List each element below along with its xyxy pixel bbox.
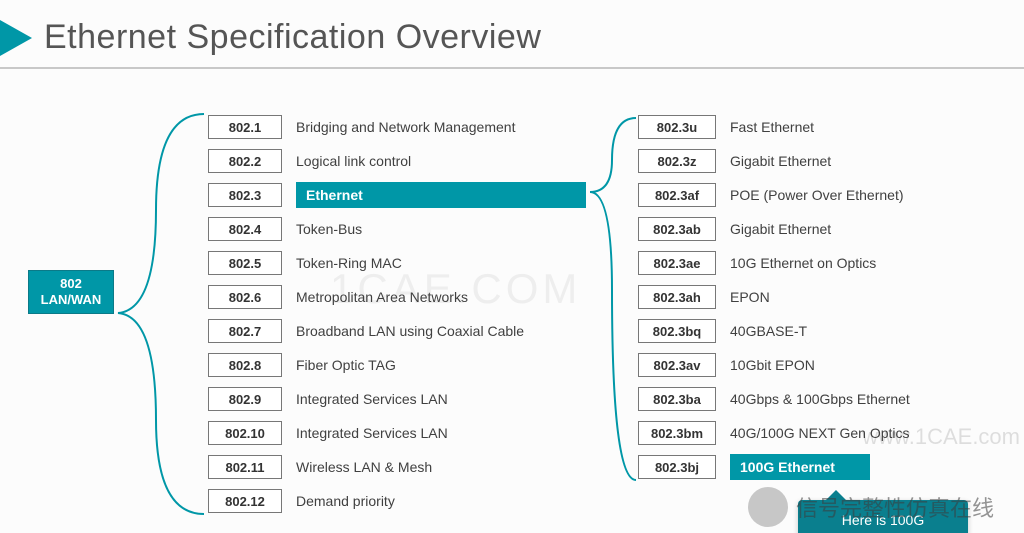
mid-row: 802.8 Fiber Optic TAG	[208, 350, 598, 380]
right-code: 802.3bm	[638, 421, 716, 445]
root-line2: LAN/WAN	[29, 292, 113, 308]
mid-row: 802.10 Integrated Services LAN	[208, 418, 598, 448]
mid-code: 802.12	[208, 489, 282, 513]
bracket-right-icon	[588, 110, 638, 490]
right-desc: EPON	[730, 289, 770, 305]
mid-code: 802.11	[208, 455, 282, 479]
diagram-area: 1CAE.COM www.1CAE.com 802 LAN/WAN 802.1B…	[0, 90, 1024, 520]
right-code: 802.3ae	[638, 251, 716, 275]
mid-desc: Ethernet	[296, 182, 586, 208]
right-desc: POE (Power Over Ethernet)	[730, 187, 904, 203]
right-row: 802.3z Gigabit Ethernet	[638, 146, 1018, 176]
mid-code: 802.1	[208, 115, 282, 139]
mid-code: 802.5	[208, 251, 282, 275]
mid-code: 802.9	[208, 387, 282, 411]
mid-desc: Token-Ring MAC	[296, 255, 402, 271]
right-desc: 40G/100G NEXT Gen Optics	[730, 425, 910, 441]
right-code: 802.3u	[638, 115, 716, 139]
mid-row: 802.3 Ethernet	[208, 180, 598, 210]
right-row: 802.3bm 40G/100G NEXT Gen Optics	[638, 418, 1018, 448]
right-column: 802.3u Fast Ethernet 802.3z Gigabit Etherne…	[638, 112, 1018, 486]
mid-row: 802.5 Token-Ring MAC	[208, 248, 598, 278]
right-row: 802.3ab Gigabit Ethernet	[638, 214, 1018, 244]
right-row: 802.3bq 40GBASE-T	[638, 316, 1018, 346]
mid-code: 802.3	[208, 183, 282, 207]
root-node: 802 LAN/WAN	[28, 270, 114, 314]
right-row: 802.3ba 40Gbps & 100Gbps Ethernet	[638, 384, 1018, 414]
mid-desc: Integrated Services LAN	[296, 391, 448, 407]
mid-row: 802.12 Demand priority	[208, 486, 598, 516]
page-title: Ethernet Specification Overview	[44, 18, 541, 57]
right-desc: 40Gbps & 100Gbps Ethernet	[730, 391, 910, 407]
mid-desc: Fiber Optic TAG	[296, 357, 396, 373]
mid-row: 802.11 Wireless LAN & Mesh	[208, 452, 598, 482]
divider	[0, 67, 1024, 69]
right-row: 802.3u Fast Ethernet	[638, 112, 1018, 142]
right-row: 802.3ae 10G Ethernet on Optics	[638, 248, 1018, 278]
mid-code: 802.6	[208, 285, 282, 309]
mid-desc: Broadband LAN using Coaxial Cable	[296, 323, 524, 339]
right-code: 802.3bq	[638, 319, 716, 343]
mid-row: 802.6 Metropolitan Area Networks	[208, 282, 598, 312]
mid-desc: Logical link control	[296, 153, 411, 169]
mid-code: 802.2	[208, 149, 282, 173]
callout-text: Here is 100G	[842, 512, 924, 528]
mid-row: 802.2 Logical link control	[208, 146, 598, 176]
mid-desc: Demand priority	[296, 493, 395, 509]
mid-desc: Metropolitan Area Networks	[296, 289, 468, 305]
mid-row: 802.7 Broadband LAN using Coaxial Cable	[208, 316, 598, 346]
mid-desc: Integrated Services LAN	[296, 425, 448, 441]
right-desc: Fast Ethernet	[730, 119, 814, 135]
right-code: 802.3af	[638, 183, 716, 207]
right-code: 802.3bj	[638, 455, 716, 479]
right-code: 802.3ab	[638, 217, 716, 241]
right-row: 802.3af POE (Power Over Ethernet)	[638, 180, 1018, 210]
right-row: 802.3ah EPON	[638, 282, 1018, 312]
right-code: 802.3ba	[638, 387, 716, 411]
mid-code: 802.4	[208, 217, 282, 241]
callout-100g: Here is 100G	[798, 500, 968, 533]
mid-code: 802.7	[208, 319, 282, 343]
right-desc: 10G Ethernet on Optics	[730, 255, 876, 271]
title-bar: Ethernet Specification Overview	[0, 0, 1024, 67]
right-desc: Gigabit Ethernet	[730, 153, 831, 169]
mid-desc: Wireless LAN & Mesh	[296, 459, 432, 475]
bracket-left-icon	[116, 110, 206, 520]
mid-column: 802.1Bridging and Network Management802.…	[208, 112, 598, 520]
mid-code: 802.10	[208, 421, 282, 445]
mid-code: 802.8	[208, 353, 282, 377]
mid-row: 802.1 Bridging and Network Management	[208, 112, 598, 142]
mid-desc: Bridging and Network Management	[296, 119, 515, 135]
right-desc: 40GBASE-T	[730, 323, 807, 339]
right-code: 802.3av	[638, 353, 716, 377]
root-line1: 802	[29, 276, 113, 292]
right-desc: 10Gbit EPON	[730, 357, 815, 373]
mid-desc: Token-Bus	[296, 221, 362, 237]
right-desc: Gigabit Ethernet	[730, 221, 831, 237]
mid-row: 802.4 Token-Bus	[208, 214, 598, 244]
mid-row: 802.9 Integrated Services LAN	[208, 384, 598, 414]
right-desc: 100G Ethernet	[730, 454, 870, 480]
right-code: 802.3ah	[638, 285, 716, 309]
right-row: 802.3bj 100G Ethernet	[638, 452, 1018, 482]
right-row: 802.3av 10Gbit EPON	[638, 350, 1018, 380]
arrow-right-icon	[0, 20, 32, 56]
right-code: 802.3z	[638, 149, 716, 173]
